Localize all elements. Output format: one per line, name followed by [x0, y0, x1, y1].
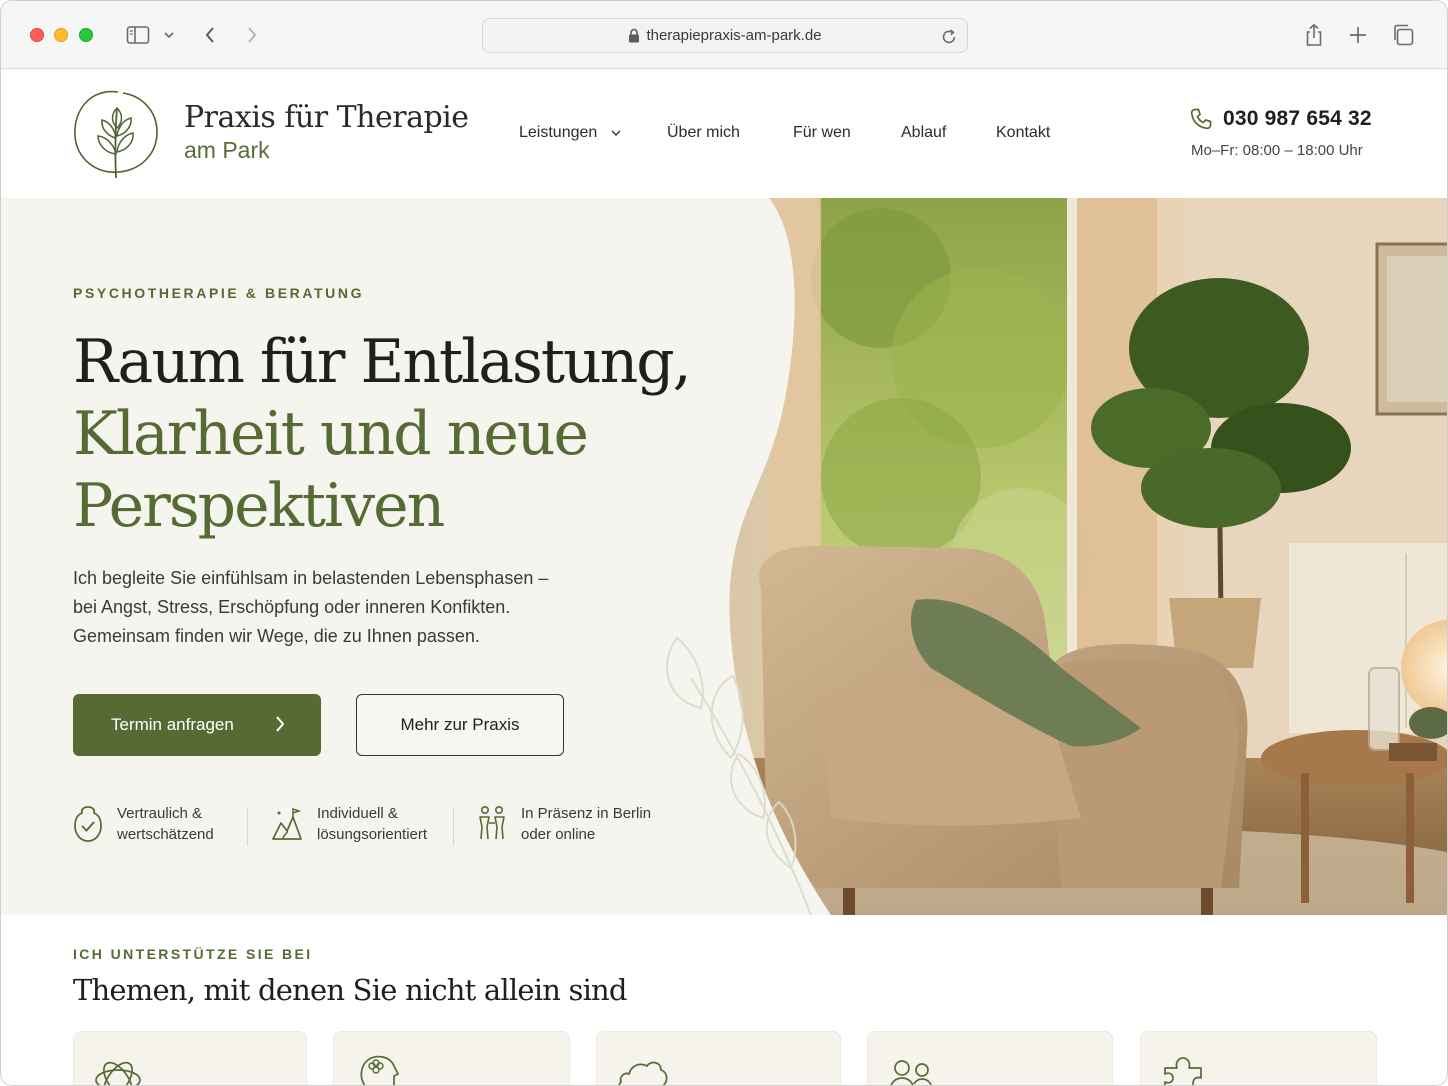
opening-hours: Mo–Fr: 08:00 – 18:00 Uhr [1191, 142, 1363, 159]
tab-overview-icon[interactable] [1387, 19, 1419, 51]
minimize-window-button[interactable] [54, 28, 68, 42]
hero-headline: Raum für Entlastung, Klarheit und neue P… [73, 326, 692, 542]
site-header: Praxis für Therapie am Park Leistungen Ü… [1, 70, 1447, 198]
hero-eyebrow: PSYCHOTHERAPIE & BERATUNG [73, 285, 365, 301]
phone-icon [1190, 108, 1212, 130]
address-bar[interactable]: therapiepraxis-am-park.de [482, 18, 968, 53]
button-label: Termin anfragen [111, 715, 234, 734]
nav-label: Leistungen [519, 124, 598, 141]
section-eyebrow: ICH UNTERSTÜTZE SIE BEI [73, 946, 313, 962]
chevron-down-icon[interactable] [155, 19, 183, 51]
zoom-window-button[interactable] [79, 28, 93, 42]
feature-confidential: Vertraulich & wertschätzend [73, 803, 214, 845]
feature-text: Vertraulich & wertschätzend [117, 803, 214, 845]
forward-icon[interactable] [236, 19, 268, 51]
hero-headline-line1: Raum für Entlastung, [73, 327, 692, 397]
browser-toolbar: therapiepraxis-am-park.de [1, 1, 1447, 69]
lock-icon [629, 28, 640, 43]
more-about-practice-button[interactable]: Mehr zur Praxis [356, 694, 564, 756]
feature-line1: Individuell & [317, 805, 398, 822]
feature-divider [453, 808, 454, 846]
hero-headline-line2: Klarheit und neue [73, 399, 589, 469]
nav-item-ueber-mich[interactable]: Über mich [667, 124, 740, 142]
feature-line1: In Präsenz in Berlin [521, 805, 652, 822]
section-title: Themen, mit denen Sie nicht allein sind [73, 973, 628, 1007]
people-icon [890, 1060, 932, 1085]
feature-text: Individuell & lösungsorientiert [317, 803, 427, 845]
topic-card[interactable] [1140, 1031, 1377, 1085]
brand-name[interactable]: Praxis für Therapie [184, 100, 469, 135]
phone-number: 030 987 654 32 [1223, 107, 1372, 130]
request-appointment-button[interactable]: Termin anfragen [73, 694, 321, 756]
close-window-button[interactable] [30, 28, 44, 42]
feature-in-person-online: In Präsenz in Berlin oder online [477, 803, 651, 845]
topic-card[interactable] [867, 1031, 1113, 1085]
path-mountain-icon [272, 807, 302, 840]
nav-item-fuer-wen[interactable]: Für wen [793, 124, 851, 142]
feature-individual: Individuell & lösungsorientiert [271, 803, 427, 845]
chevron-right-icon [276, 716, 285, 732]
cloud-icon [618, 1061, 668, 1085]
nav-item-kontakt[interactable]: Kontakt [996, 124, 1050, 142]
new-tab-icon[interactable] [1342, 19, 1374, 51]
topic-card[interactable] [333, 1031, 570, 1085]
feature-line1: Vertraulich & [117, 805, 203, 822]
hero-headline-line3: Perspektiven [73, 471, 445, 541]
head-flower-icon [360, 1055, 400, 1085]
hero-lead-line1: Ich begleite Sie einfühlsam in belastend… [73, 568, 549, 588]
shield-check-icon [74, 806, 102, 842]
puzzle-icon [1164, 1057, 1202, 1085]
brand-subtitle[interactable]: am Park [184, 137, 270, 164]
hero-section: PSYCHOTHERAPIE & BERATUNG Raum für Entla… [1, 198, 1447, 915]
atom-knot-icon [95, 1061, 141, 1085]
nav-item-leistungen[interactable]: Leistungen [519, 124, 622, 142]
feature-line2: wertschätzend [117, 826, 214, 843]
back-icon[interactable] [194, 19, 226, 51]
hero-lead-line3: Gemeinsam finden wir Wege, die zu Ihnen … [73, 626, 480, 646]
feature-line2: lösungsorientiert [317, 826, 428, 843]
topic-card[interactable] [73, 1031, 307, 1085]
feature-divider [247, 808, 248, 846]
url-text: therapiepraxis-am-park.de [646, 27, 822, 44]
chevron-down-icon [611, 130, 621, 136]
sidebar-toggle-icon[interactable] [122, 19, 154, 51]
feature-text: In Präsenz in Berlin oder online [521, 803, 651, 845]
nav-item-ablauf[interactable]: Ablauf [901, 124, 946, 142]
browser-window: therapiepraxis-am-park.de Praxis für The… [0, 0, 1448, 1086]
hero-lead-line2: bei Angst, Stress, Erschöpfung oder inne… [73, 597, 511, 617]
share-icon[interactable] [1298, 19, 1330, 51]
therapy-room-image [666, 198, 1447, 915]
phone-link[interactable]: 030 987 654 32 [1189, 107, 1372, 131]
topic-card[interactable] [596, 1031, 841, 1085]
topics-section: ICH UNTERSTÜTZE SIE BEI Themen, mit dene… [1, 915, 1447, 1085]
leaf-logo-icon[interactable] [71, 86, 161, 180]
reload-icon[interactable] [937, 25, 961, 49]
hero-lead: Ich begleite Sie einfühlsam in belastend… [73, 564, 633, 651]
people-meeting-icon [479, 805, 505, 840]
feature-line2: oder online [521, 826, 596, 843]
